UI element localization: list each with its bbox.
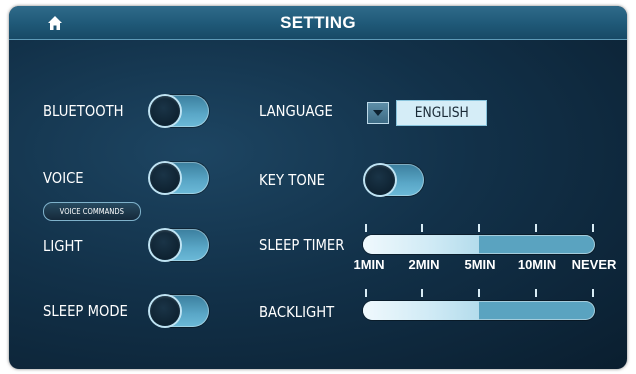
tick-mark <box>421 289 423 297</box>
settings-panel: SETTING BLUETOOTH VOICE VOICE COMMANDS L… <box>9 6 627 369</box>
voice-toggle[interactable] <box>149 162 209 194</box>
backlight-fill <box>363 301 479 320</box>
sleep-timer-slider[interactable] <box>363 235 595 254</box>
tick-mark <box>592 289 594 297</box>
voice-label: VOICE <box>43 169 84 187</box>
sleep-mode-label: SLEEP MODE <box>43 302 128 320</box>
tick-mark <box>421 224 423 232</box>
light-toggle[interactable] <box>149 229 209 261</box>
tick-mark <box>592 224 594 232</box>
tick-mark <box>535 224 537 232</box>
backlight-slider[interactable] <box>363 301 595 320</box>
voice-commands-button[interactable]: VOICE COMMANDS <box>43 202 141 221</box>
chevron-down-icon <box>373 110 383 116</box>
sleep-mode-toggle[interactable] <box>149 295 209 327</box>
tick-mark <box>365 224 367 232</box>
toggle-knob <box>150 230 180 260</box>
sleep-timer-option-never[interactable]: NEVER <box>572 257 617 272</box>
language-dropdown-button[interactable] <box>367 102 389 124</box>
toggle-knob <box>365 165 395 195</box>
key-tone-label: KEY TONE <box>259 171 325 189</box>
light-label: LIGHT <box>43 237 83 255</box>
sleep-timer-option-1min[interactable]: 1MIN <box>353 257 384 272</box>
sleep-timer-fill <box>363 235 479 254</box>
sleep-timer-option-5min[interactable]: 5MIN <box>464 257 495 272</box>
bluetooth-toggle[interactable] <box>149 95 209 127</box>
tick-mark <box>478 289 480 297</box>
backlight-label: BACKLIGHT <box>259 303 335 321</box>
tick-mark <box>478 224 480 232</box>
sleep-timer-label: SLEEP TIMER <box>259 236 345 254</box>
page-title: SETTING <box>280 13 356 32</box>
header-bar: SETTING <box>9 6 627 40</box>
toggle-knob <box>150 163 180 193</box>
key-tone-toggle[interactable] <box>364 164 424 196</box>
sleep-timer-option-10min[interactable]: 10MIN <box>518 257 556 272</box>
voice-commands-label: VOICE COMMANDS <box>59 207 125 216</box>
toggle-knob <box>150 296 180 326</box>
language-select[interactable]: ENGLISH <box>396 100 487 126</box>
language-value: ENGLISH <box>414 105 469 121</box>
bluetooth-label: BLUETOOTH <box>43 102 124 120</box>
sleep-timer-option-2min[interactable]: 2MIN <box>408 257 439 272</box>
tick-mark <box>535 289 537 297</box>
toggle-knob <box>150 96 180 126</box>
tick-mark <box>365 289 367 297</box>
language-label: LANGUAGE <box>259 102 333 120</box>
